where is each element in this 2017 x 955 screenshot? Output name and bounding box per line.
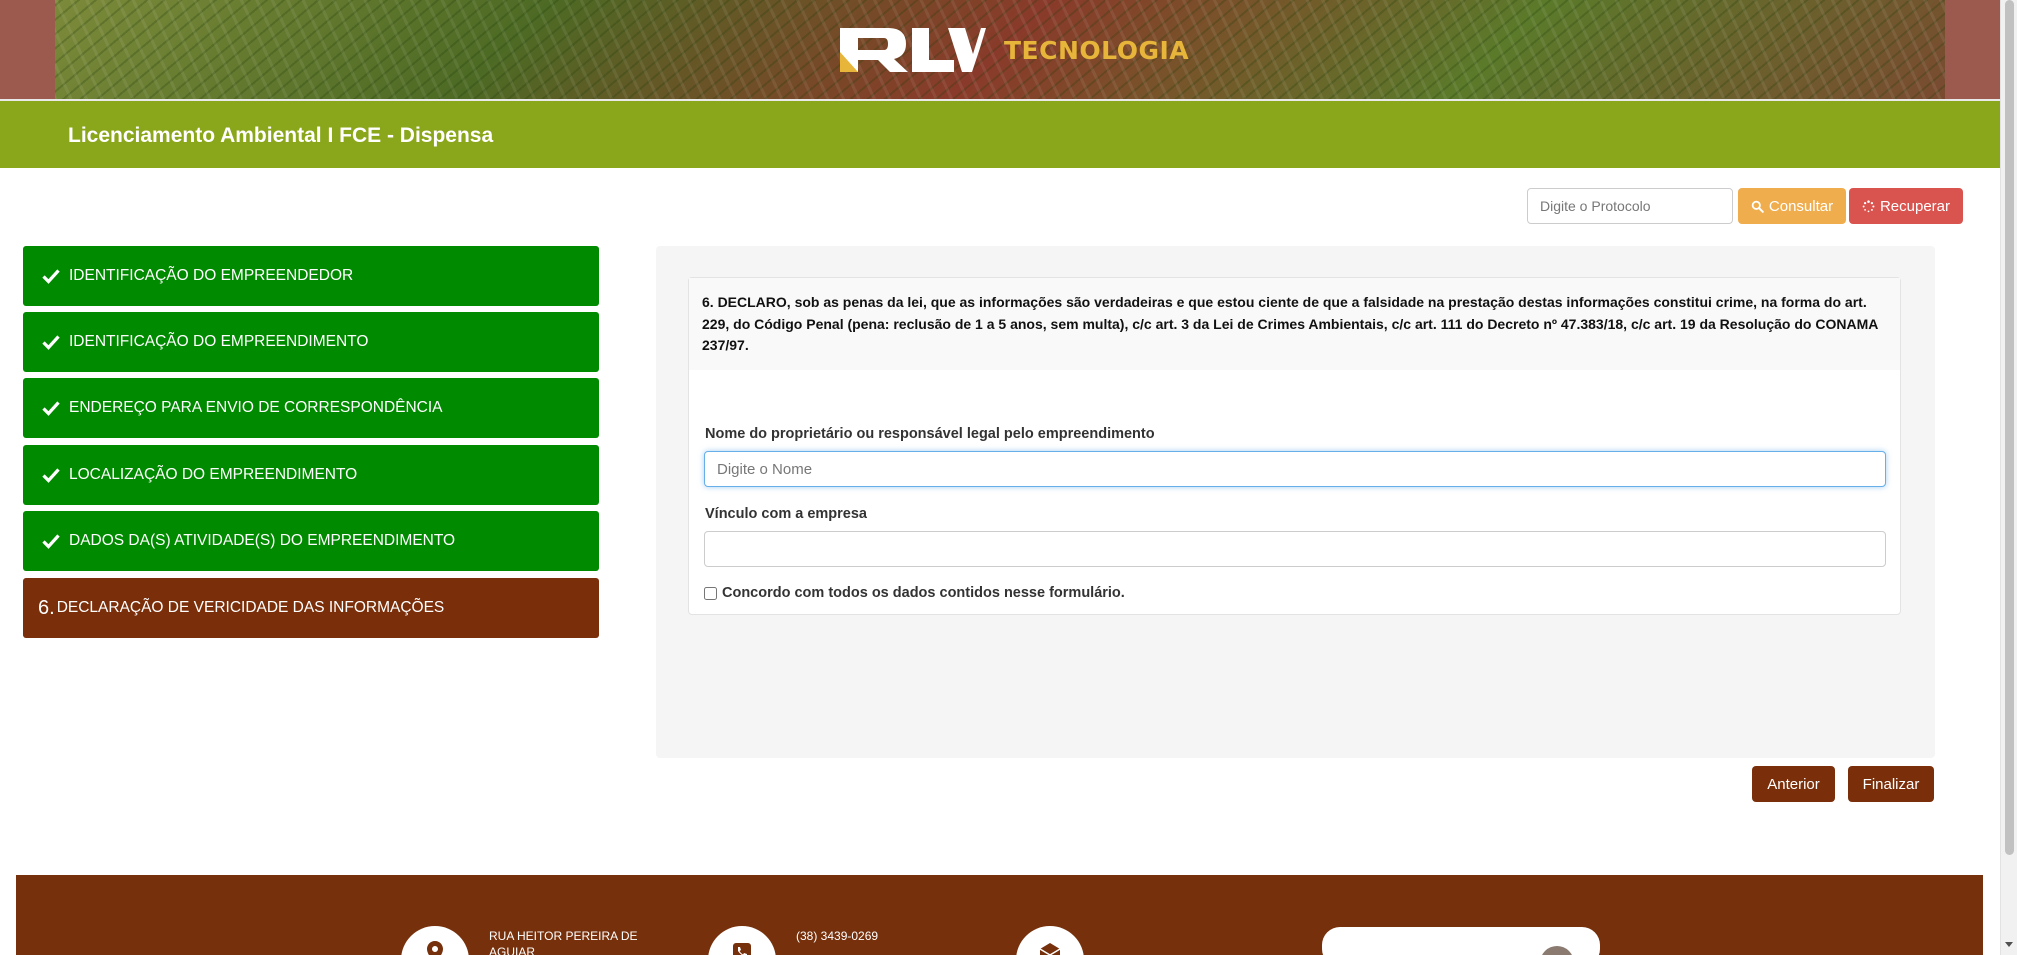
step-identificacao-empreendedor[interactable]: IDENTIFICAÇÃO DO EMPREENDEDOR xyxy=(23,246,599,306)
scroll-down-arrow[interactable] xyxy=(2005,942,2013,947)
step-dados-atividades[interactable]: DADOS DA(S) ATIVIDADE(S) DO EMPREENDIMEN… xyxy=(23,511,599,571)
spinner-icon xyxy=(1862,199,1875,212)
page-scrollbar[interactable] xyxy=(2000,0,2017,955)
agree-checkbox[interactable] xyxy=(704,586,717,600)
company-bond-input[interactable] xyxy=(704,531,1886,567)
owner-name-input[interactable] xyxy=(704,451,1886,487)
scrollbar-thumb[interactable] xyxy=(2005,0,2014,855)
step-label: IDENTIFICAÇÃO DO EMPREENDIMENTO xyxy=(69,333,369,350)
check-icon xyxy=(42,269,60,284)
mail-icon xyxy=(1039,943,1061,955)
logo-subtitle: TECNOLOGIA xyxy=(1004,35,1190,65)
step-label: DECLARAÇÃO DE VERICIDADE DAS INFORMAÇÕES xyxy=(56,599,445,616)
phone-icon xyxy=(733,943,751,955)
step-identificacao-empreendimento[interactable]: IDENTIFICAÇÃO DO EMPREENDIMENTO xyxy=(23,312,599,372)
check-icon xyxy=(42,401,60,416)
consultar-label: Consultar xyxy=(1768,197,1834,215)
step-label: IDENTIFICAÇÃO DO EMPREENDEDOR xyxy=(69,267,354,284)
owner-name-label: Nome do proprietário ou responsável lega… xyxy=(705,426,1155,442)
company-bond-label: Vínculo com a empresa xyxy=(705,506,867,522)
page-title: Licenciamento Ambiental I FCE - Dispensa xyxy=(68,124,494,147)
recuperar-label: Recuperar xyxy=(1879,197,1951,215)
step-label: ENDEREÇO PARA ENVIO DE CORRESPONDÊNCIA xyxy=(69,399,443,416)
logo-mark xyxy=(840,28,986,72)
consultar-button[interactable]: Consultar xyxy=(1738,188,1846,224)
footer-box xyxy=(1322,927,1600,955)
check-icon xyxy=(42,534,60,549)
logo: TECNOLOGIA xyxy=(836,24,1189,76)
footer-phone: (38) 3439-0269 xyxy=(796,929,879,943)
check-icon xyxy=(42,468,60,483)
previous-button[interactable]: Anterior xyxy=(1752,766,1835,802)
search-icon xyxy=(1751,200,1764,213)
step-endereco-correspondencia[interactable]: ENDEREÇO PARA ENVIO DE CORRESPONDÊNCIA xyxy=(23,378,599,438)
agree-label: Concordo com todos os dados contidos nes… xyxy=(722,585,1125,601)
step-label: DADOS DA(S) ATIVIDADE(S) DO EMPREENDIMEN… xyxy=(69,532,456,549)
location-pin-icon xyxy=(427,941,443,955)
footer xyxy=(16,875,1983,955)
declaration-text: 6. DECLARO, sob as penas da lei, que as … xyxy=(702,294,1878,353)
agree-row[interactable]: Concordo com todos os dados contidos nes… xyxy=(704,585,1125,601)
step-label: LOCALIZAÇÃO DO EMPREENDIMENTO xyxy=(69,466,358,483)
step-localizacao-empreendimento[interactable]: LOCALIZAÇÃO DO EMPREENDIMENTO xyxy=(23,445,599,505)
check-icon xyxy=(42,335,60,350)
step-number: 6. xyxy=(38,596,55,619)
title-bar: Licenciamento Ambiental I FCE - Dispensa xyxy=(0,101,2000,168)
footer-badge xyxy=(1540,946,1574,955)
protocol-input[interactable] xyxy=(1527,188,1733,224)
recuperar-button[interactable]: Recuperar xyxy=(1849,188,1963,224)
step-declaracao-vericidade[interactable]: 6. DECLARAÇÃO DE VERICIDADE DAS INFORMAÇ… xyxy=(23,578,599,638)
finish-button[interactable]: Finalizar xyxy=(1848,766,1934,802)
footer-address: RUA HEITOR PEREIRA DE AGUIAR xyxy=(489,929,638,955)
header-banner: TECNOLOGIA xyxy=(0,0,2000,101)
